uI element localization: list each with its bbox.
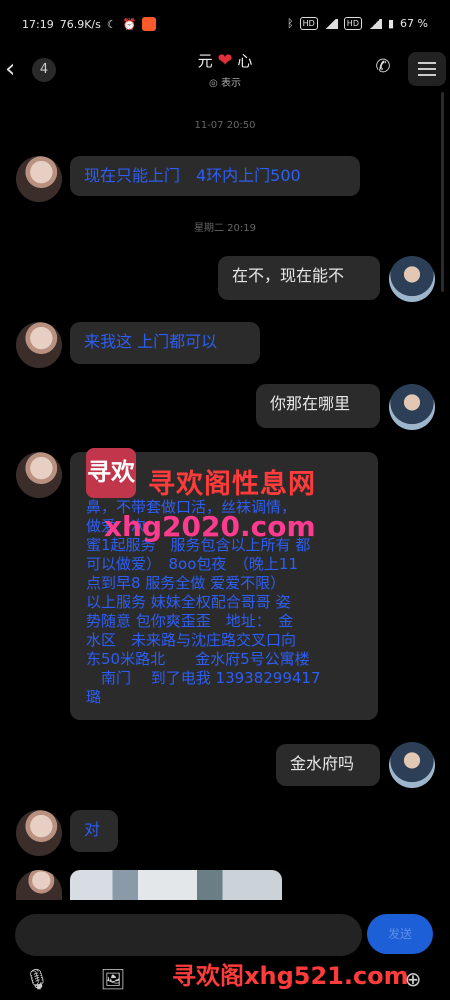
status-bar: 17:19 76.9K/s ☾ ⏰ ᛒ HD HD ▮ 67 %	[0, 0, 450, 40]
message-bubble[interactable]: 现在只能上门 4环内上门500	[70, 156, 360, 196]
contact-name[interactable]: 元 ❤ 心	[150, 50, 300, 71]
timestamp: 星期二 20:19	[194, 223, 256, 234]
watermark-title: 寻欢阁性息网	[148, 469, 316, 500]
heart-icon: ❤	[217, 50, 233, 71]
message-line: 东50米路北 金水府5号公寓楼	[86, 650, 310, 668]
microphone-icon[interactable]: 🎙	[24, 966, 50, 992]
message-bubble[interactable]: 在不，现在能不	[218, 256, 380, 300]
app-icon	[142, 17, 157, 31]
watermark: 寻欢 寻欢阁性息网 xhg2020.com	[86, 448, 386, 548]
status-time: 17:19	[22, 17, 54, 31]
message-line: 以上服务 妹妹全权配合哥哥 姿	[86, 593, 291, 611]
avatar[interactable]	[389, 742, 435, 788]
avatar[interactable]	[16, 452, 62, 498]
battery-level: 67 %	[400, 17, 428, 30]
avatar[interactable]	[16, 870, 62, 900]
message-line: 南门 到了电我 13938299417	[86, 669, 321, 687]
watermark-logo: 寻欢	[86, 448, 136, 498]
menu-button[interactable]	[408, 52, 446, 86]
contact-status: ◎ 表示	[209, 78, 241, 89]
hd-icon: HD	[343, 17, 362, 30]
status-dot-icon: ◎	[209, 78, 221, 89]
timestamp: 11-07 20:50	[194, 120, 256, 131]
message-bubble[interactable]: 对	[70, 810, 118, 852]
signal-icon	[367, 18, 382, 29]
avatar[interactable]	[16, 322, 62, 368]
avatar[interactable]	[389, 256, 435, 302]
image-icon[interactable]: 🖼	[100, 966, 126, 992]
message-input[interactable]	[15, 914, 362, 956]
watermark-bottom: 寻欢阁xhg521.com	[172, 962, 409, 990]
moon-icon: ☾	[106, 17, 117, 31]
back-button[interactable]: ‹	[5, 56, 27, 84]
alarm-icon: ⏰	[122, 17, 137, 31]
hd-icon: HD	[299, 17, 318, 30]
message-line: 势随意 包你爽歪歪 地址： 金	[86, 612, 294, 630]
signal-icon	[323, 18, 338, 29]
message-bubble[interactable]: 来我这 上门都可以	[70, 322, 260, 364]
image-message[interactable]	[70, 870, 282, 900]
contact-name-part: 心	[237, 52, 253, 70]
message-line: 可以做爱） 8oo包夜 （晚上11	[86, 555, 298, 573]
message-bubble[interactable]: 金水府吗	[276, 744, 380, 786]
message-line: 水区 未来路与沈庄路交叉口向	[86, 631, 297, 649]
unread-count-badge[interactable]: 4	[32, 58, 56, 82]
battery-icon: ▮	[387, 17, 395, 30]
avatar[interactable]	[16, 156, 62, 202]
chat-header: ‹ 4 元 ❤ 心 ◎ 表示 ✆	[0, 40, 450, 102]
send-button[interactable]: 发送	[367, 914, 433, 954]
avatar[interactable]	[16, 810, 62, 856]
bluetooth-icon: ᛒ	[287, 17, 294, 30]
status-speed: 76.9K/s	[59, 17, 101, 31]
contact-name-part: 元	[197, 52, 213, 70]
message-line: 点到早8 服务全做 爱爱不限）	[86, 574, 286, 592]
phone-icon[interactable]: ✆	[370, 56, 396, 82]
avatar[interactable]	[389, 384, 435, 430]
watermark-url: xhg2020.com	[104, 510, 316, 543]
message-bubble[interactable]: 你那在哪里	[256, 384, 380, 428]
message-line: 璐	[86, 688, 102, 706]
